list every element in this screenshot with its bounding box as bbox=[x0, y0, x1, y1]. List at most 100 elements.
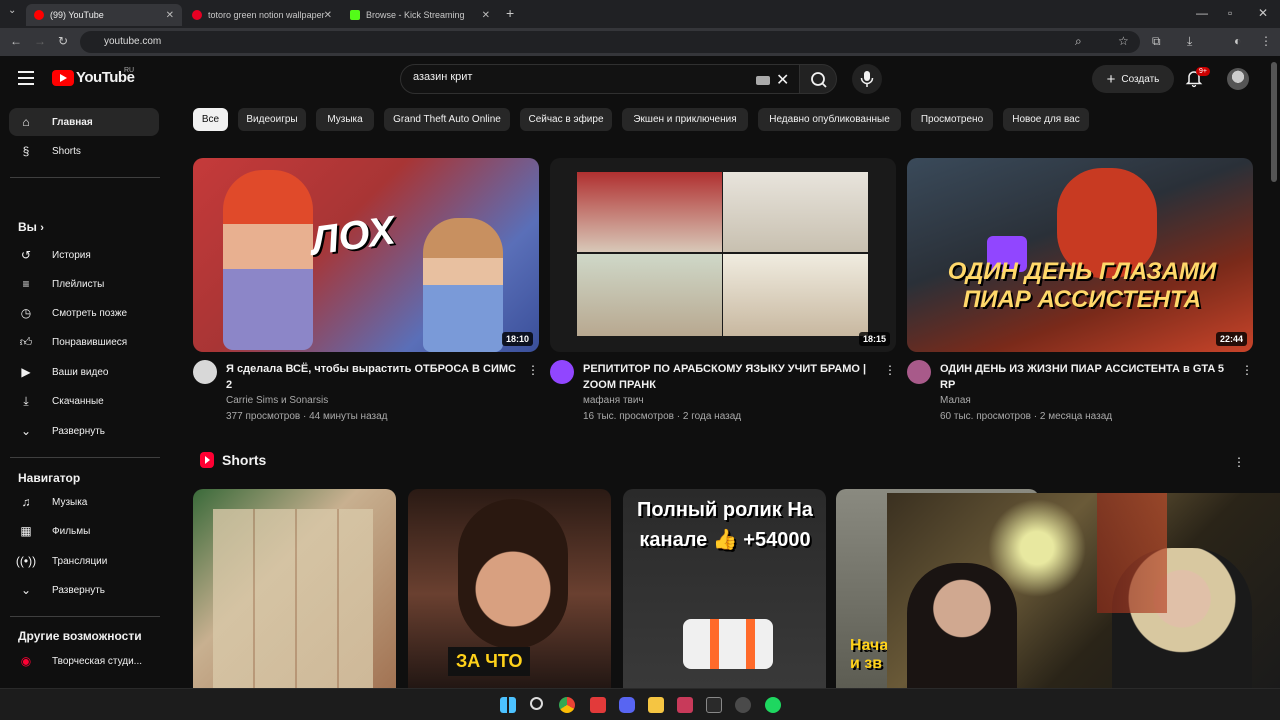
app-icon[interactable] bbox=[590, 697, 606, 713]
close-tab-icon[interactable]: ✕ bbox=[166, 10, 174, 21]
close-tab-icon[interactable]: ✕ bbox=[482, 10, 490, 21]
app-icon[interactable] bbox=[735, 697, 751, 713]
clear-search-icon[interactable]: ✕ bbox=[776, 70, 789, 90]
plus-icon: + bbox=[1106, 70, 1116, 88]
url-field[interactable]: youtube.com bbox=[80, 31, 1140, 53]
you-label: Вы bbox=[18, 220, 37, 234]
channel-avatar[interactable] bbox=[907, 360, 931, 384]
sidebar-item-playlists[interactable]: ≡ Плейлисты bbox=[9, 270, 159, 298]
sidebar-item-liked[interactable]: 👍︎ Понравившиеся bbox=[9, 328, 159, 356]
sidebar-divider bbox=[10, 177, 160, 178]
chip-gta-online[interactable]: Grand Theft Auto Online bbox=[384, 108, 510, 131]
voice-search-button[interactable] bbox=[852, 64, 882, 94]
playlists-icon: ≡ bbox=[22, 277, 30, 291]
more-options-icon[interactable]: ⋮ bbox=[527, 363, 539, 377]
more-options-icon[interactable]: ⋮ bbox=[884, 363, 896, 377]
channel-name[interactable]: Carrie Sims и Sonarsis bbox=[226, 395, 328, 406]
tab-list-button[interactable]: ⌄ bbox=[8, 5, 16, 16]
minimize-window-icon[interactable]: — bbox=[1196, 6, 1208, 20]
sidebar-item-your-videos[interactable]: ▶ Ваши видео bbox=[9, 358, 159, 386]
menu-icon[interactable] bbox=[18, 71, 34, 85]
channel-avatar[interactable] bbox=[550, 360, 574, 384]
sidebar-item-home[interactable]: ⌂ Главная bbox=[9, 108, 159, 136]
short-card[interactable] bbox=[193, 489, 396, 699]
chip-live-now[interactable]: Сейчас в эфире bbox=[520, 108, 612, 131]
account-avatar[interactable] bbox=[1227, 68, 1249, 90]
chrome-icon[interactable] bbox=[559, 697, 575, 713]
sidebar-item-label: Плейлисты bbox=[52, 278, 105, 290]
chip-music[interactable]: Музыка bbox=[316, 108, 374, 131]
you-heading[interactable]: Вы › bbox=[18, 220, 44, 234]
spotify-icon[interactable] bbox=[765, 697, 781, 713]
video-title[interactable]: ОДИН ДЕНЬ ИЗ ЖИЗНИ ПИАР АССИСТЕНТА в GTA… bbox=[940, 361, 1230, 393]
video-thumbnail[interactable]: ОДИН ДЕНЬ ГЛАЗАМИ ПИАР АССИСТЕНТА 22:44 bbox=[907, 158, 1253, 352]
browser-tab-youtube[interactable]: (99) YouTube ✕ bbox=[26, 4, 182, 26]
sidebar-item-history[interactable]: ↺ История bbox=[9, 241, 159, 269]
video-card[interactable]: ЛОХ 18:10 Я сделала ВСЁ, чтобы вырастить… bbox=[193, 158, 539, 422]
sidebar-item-shorts[interactable]: § Shorts bbox=[9, 137, 159, 165]
tab-label: totoro green notion wallpaper bbox=[208, 10, 325, 20]
channel-name[interactable]: Малая bbox=[940, 395, 971, 406]
bookmark-star-icon[interactable]: ☆ bbox=[1118, 34, 1129, 48]
browser-tab-kick[interactable]: Browse - Kick Streaming ✕ bbox=[342, 4, 498, 26]
more-options-icon[interactable]: ⋮ bbox=[1241, 363, 1253, 377]
windows-start-icon[interactable] bbox=[500, 697, 516, 713]
file-explorer-icon[interactable] bbox=[648, 697, 664, 713]
search-button[interactable] bbox=[799, 64, 837, 94]
video-title[interactable]: РЕПИТИТОР ПО АРАБСКОМУ ЯЗЫКУ УЧИТ БРАМО … bbox=[583, 361, 873, 393]
extensions-icon[interactable]: ⧉ bbox=[1152, 34, 1161, 49]
video-card[interactable]: 18:15 РЕПИТИТОР ПО АРАБСКОМУ ЯЗЫКУ УЧИТ … bbox=[550, 158, 896, 422]
sidebar-item-movies[interactable]: ▦ Фильмы bbox=[9, 517, 159, 545]
chip-all[interactable]: Все bbox=[193, 108, 228, 131]
new-tab-button[interactable]: + bbox=[506, 5, 514, 21]
video-title[interactable]: Я сделала ВСЁ, чтобы вырастить ОТБРОСА В… bbox=[226, 361, 516, 393]
downloads-icon[interactable]: ⤓ bbox=[1187, 34, 1192, 49]
youtube-logo[interactable]: YouTube RU bbox=[52, 67, 135, 86]
short-card[interactable]: Полный ролик На канале 👍 +54000 bbox=[623, 489, 826, 699]
profile-icon[interactable]: ◐ bbox=[1234, 34, 1241, 48]
video-thumbnail[interactable]: 18:15 bbox=[550, 158, 896, 352]
video-thumbnail[interactable]: ЛОХ 18:10 bbox=[193, 158, 539, 352]
reload-icon[interactable]: ↻ bbox=[58, 34, 68, 48]
keyboard-icon[interactable] bbox=[756, 76, 770, 85]
video-duration: 22:44 bbox=[1215, 332, 1247, 346]
video-card[interactable]: ОДИН ДЕНЬ ГЛАЗАМИ ПИАР АССИСТЕНТА 22:44 … bbox=[907, 158, 1253, 422]
maximize-window-icon[interactable]: ▫ bbox=[1228, 6, 1232, 20]
search-input[interactable] bbox=[413, 71, 743, 83]
create-label: Создать bbox=[1121, 73, 1160, 85]
app-icon[interactable] bbox=[677, 697, 693, 713]
discord-icon[interactable] bbox=[619, 697, 635, 713]
close-window-icon[interactable]: ✕ bbox=[1258, 6, 1268, 20]
channel-avatar[interactable] bbox=[193, 360, 217, 384]
browser-menu-icon[interactable]: ⋮ bbox=[1260, 34, 1272, 48]
zoom-icon[interactable]: ⌕ bbox=[1075, 34, 1082, 49]
create-button[interactable]: + Создать bbox=[1092, 65, 1174, 93]
history-icon: ↺ bbox=[20, 248, 32, 262]
shorts-more-options-icon[interactable]: ⋮ bbox=[1233, 455, 1245, 469]
channel-name[interactable]: мафаня твич bbox=[583, 395, 644, 406]
sidebar-item-downloads[interactable]: ⤓ Скачанные bbox=[9, 387, 159, 415]
back-icon[interactable]: ← bbox=[10, 34, 22, 48]
forward-icon[interactable]: → bbox=[34, 34, 46, 48]
zoom-call-tile bbox=[577, 172, 722, 252]
logo-region: RU bbox=[124, 67, 135, 74]
short-card[interactable]: ЗА ЧТО bbox=[408, 489, 611, 699]
sidebar-item-expand[interactable]: ⌄ Развернуть bbox=[9, 417, 159, 445]
chip-watched[interactable]: Просмотрено bbox=[911, 108, 993, 131]
chip-new-to-you[interactable]: Новое для вас bbox=[1003, 108, 1089, 131]
chevron-down-icon: ⌄ bbox=[20, 583, 32, 597]
chip-videogames[interactable]: Видеоигры bbox=[238, 108, 306, 131]
search-icon[interactable] bbox=[530, 697, 543, 710]
epic-games-icon[interactable] bbox=[706, 697, 722, 713]
chip-recently-uploaded[interactable]: Недавно опубликованные bbox=[758, 108, 901, 131]
live-icon: ((•)) bbox=[15, 554, 37, 568]
sidebar-item-studio[interactable]: ◉ Творческая студи... bbox=[9, 647, 159, 675]
sidebar-item-expand-navigator[interactable]: ⌄ Развернуть bbox=[9, 576, 159, 604]
chip-action-adventure[interactable]: Экшен и приключения bbox=[622, 108, 748, 131]
sidebar-item-watch-later[interactable]: ◷ Смотреть позже bbox=[9, 299, 159, 327]
sidebar-item-music[interactable]: ♫ Музыка bbox=[9, 488, 159, 516]
sidebar-item-live[interactable]: ((•)) Трансляции bbox=[9, 547, 159, 575]
page-scrollbar[interactable] bbox=[1271, 62, 1277, 182]
close-tab-icon[interactable]: ✕ bbox=[324, 10, 332, 21]
browser-tab-pinterest[interactable]: totoro green notion wallpaper ✕ bbox=[184, 4, 340, 26]
